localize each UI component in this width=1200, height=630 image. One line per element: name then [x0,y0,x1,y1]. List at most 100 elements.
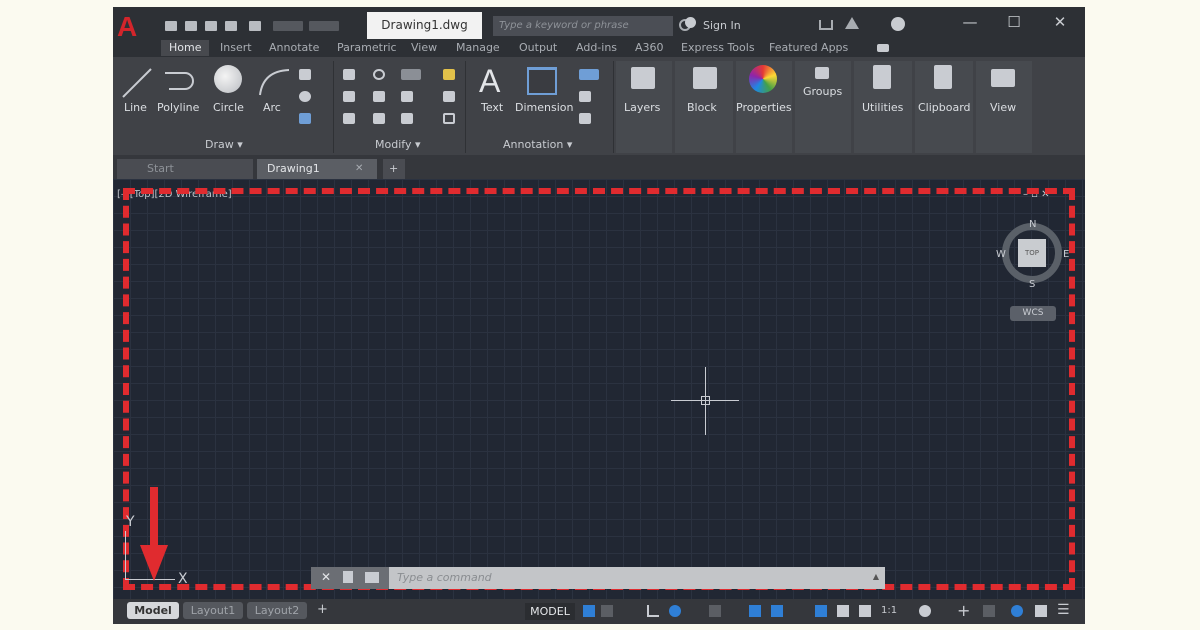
gradient-icon[interactable] [299,113,311,124]
block-button[interactable]: Block [687,101,717,114]
clipboard-button[interactable]: Clipboard [918,101,971,114]
linear-dim-icon[interactable] [579,69,599,80]
sign-in-button[interactable]: Sign In [703,19,741,33]
offset-icon[interactable] [443,113,455,124]
tab-output[interactable]: Output [519,40,557,56]
ribbon-options-icon[interactable] [877,44,889,52]
ucs-y-label: Y [126,514,135,530]
close-tab-icon[interactable]: ✕ [355,163,363,174]
view-icon [991,69,1015,87]
polyline-button[interactable]: Polyline [157,101,199,114]
tab-annotate[interactable]: Annotate [269,40,319,56]
polar-icon[interactable] [669,605,681,617]
annotation-scale-icon[interactable] [859,605,871,617]
print-icon[interactable] [249,21,261,31]
plus-icon[interactable]: + [957,601,970,620]
text-button[interactable]: Text [481,101,503,114]
tab-add-ins[interactable]: Add-ins [576,40,617,56]
hardware-acceleration-icon[interactable] [1011,605,1023,617]
add-layout-button[interactable]: + [317,602,328,617]
isolate-icon[interactable] [983,605,995,617]
dimension-button[interactable]: Dimension [515,101,573,114]
autocad-logo[interactable]: A [117,13,151,41]
table-icon[interactable] [579,113,591,124]
arc-button[interactable]: Arc [263,101,281,114]
auto-scale-icon[interactable] [837,605,849,617]
object-snap-icon[interactable] [749,605,761,617]
annotation-panel-title[interactable]: Annotation ▾ [503,137,572,153]
command-input[interactable]: Type a command [397,571,492,584]
wcs-dropdown[interactable]: WCS [1010,306,1056,321]
lineweight-icon[interactable] [771,605,783,617]
tab-parametric[interactable]: Parametric [337,40,397,56]
layers-button[interactable]: Layers [624,101,660,114]
close-command-icon[interactable]: ✕ [321,570,331,584]
cart-icon[interactable] [819,20,833,30]
undo-icon[interactable] [273,21,303,31]
help-icon[interactable] [891,17,905,31]
trim-icon[interactable] [401,69,421,80]
properties-button[interactable]: Properties [736,101,792,114]
line-button[interactable]: Line [124,101,147,114]
command-history-caret-icon[interactable]: ▲ [873,572,879,581]
draw-panel-title[interactable]: Draw ▾ [205,137,243,153]
ortho-icon[interactable] [647,605,659,617]
save-as-icon[interactable] [225,21,237,31]
rotate-icon[interactable] [373,69,385,80]
new-tab-button[interactable]: + [383,159,405,179]
open-file-icon[interactable] [185,21,197,31]
workspace-gear-icon[interactable] [919,605,931,617]
tab-insert[interactable]: Insert [220,40,252,56]
drawing-canvas[interactable]: [–][Top][2D Wireframe] – ▫ ✕ TOP N S W E… [113,179,1085,599]
viewcube-top-face[interactable]: TOP [1018,239,1046,267]
tab-layout1[interactable]: Layout1 [183,602,243,619]
search-input[interactable]: Type a keyword or phrase [493,16,673,36]
tab-view[interactable]: View [411,40,437,56]
tab-a360[interactable]: A360 [635,40,664,56]
modify-panel-title[interactable]: Modify ▾ [375,137,420,153]
tab-express-tools[interactable]: Express Tools [681,40,755,56]
stretch-icon[interactable] [343,113,355,124]
tab-featured-apps[interactable]: Featured Apps [769,40,848,56]
redo-icon[interactable] [309,21,339,31]
tab-model[interactable]: Model [127,602,179,619]
circle-button[interactable]: Circle [213,101,244,114]
explode-icon[interactable] [443,91,455,102]
view-button[interactable]: View [990,101,1016,114]
tab-layout2[interactable]: Layout2 [247,602,307,619]
array-icon[interactable] [401,113,413,124]
close-button[interactable]: ✕ [1045,13,1075,31]
move-icon[interactable] [343,69,355,80]
minimize-button[interactable]: — [955,13,985,31]
ucs-x-label: X [178,571,188,587]
annotation-visibility-icon[interactable] [815,605,827,617]
customize-menu-icon[interactable]: ☰ [1057,602,1070,618]
erase-icon[interactable] [443,69,455,80]
model-space-button[interactable]: MODEL [525,603,575,620]
mirror-icon[interactable] [373,91,385,102]
clean-screen-icon[interactable] [1035,605,1047,617]
rectangle-icon[interactable] [299,69,311,80]
wrench-icon[interactable] [343,571,353,583]
command-line[interactable]: ✕ Type a command ▲ [311,567,885,589]
scale-icon[interactable] [373,113,385,124]
tab-start[interactable]: Start [117,159,253,179]
grid-icon[interactable] [583,605,595,617]
hatch-icon[interactable] [299,91,311,102]
new-file-icon[interactable] [165,21,177,31]
copy-icon[interactable] [343,91,355,102]
tab-home[interactable]: Home [161,40,210,56]
fillet-icon[interactable] [401,91,413,102]
maximize-button[interactable]: ☐ [999,13,1029,31]
snap-icon[interactable] [601,605,613,617]
tab-manage[interactable]: Manage [456,40,500,56]
circle-icon [214,65,242,93]
save-icon[interactable] [205,21,217,31]
leader-icon[interactable] [579,91,591,102]
groups-button[interactable]: Groups [803,85,842,98]
recent-commands-icon[interactable] [365,572,379,583]
a360-icon[interactable] [845,17,859,29]
isodraft-icon[interactable] [709,605,721,617]
utilities-button[interactable]: Utilities [862,101,903,114]
scale-dropdown[interactable]: 1:1 [881,605,897,616]
